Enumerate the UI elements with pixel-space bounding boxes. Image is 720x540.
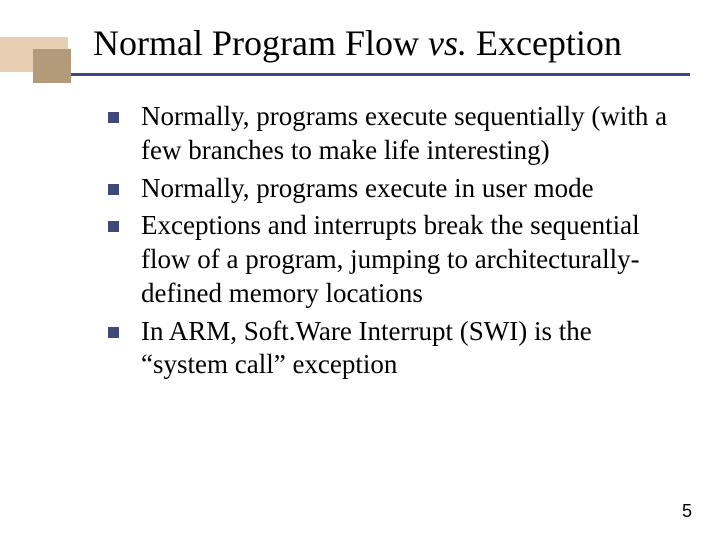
square-bullet-icon <box>108 221 119 232</box>
square-bullet-icon <box>108 184 119 195</box>
list-item: Exceptions and interrupts break the sequ… <box>108 209 670 310</box>
title-post: Exception <box>467 23 622 63</box>
bullet-text: Normally, programs execute in user mode <box>141 172 670 206</box>
list-item: Normally, programs execute in user mode <box>108 172 670 206</box>
list-item: Normally, programs execute sequentially … <box>108 100 670 168</box>
bullet-text: Exceptions and interrupts break the sequ… <box>141 209 670 310</box>
square-bullet-icon <box>108 327 119 338</box>
bullet-text: In ARM, Soft.Ware Interrupt (SWI) is the… <box>141 315 670 383</box>
corner-decoration <box>0 37 85 77</box>
bullet-text: Normally, programs execute sequentially … <box>141 100 670 168</box>
slide-title: Normal Program Flow vs. Exception <box>93 24 700 64</box>
list-item: In ARM, Soft.Ware Interrupt (SWI) is the… <box>108 315 670 383</box>
title-underline <box>71 73 690 76</box>
square-bullet-icon <box>108 112 119 123</box>
page-number: 5 <box>682 501 692 522</box>
title-pre: Normal Program Flow <box>93 23 428 63</box>
corner-inner-box <box>33 49 71 83</box>
title-vs: vs. <box>428 23 467 63</box>
slide-body: Normally, programs execute sequentially … <box>108 100 670 386</box>
slide: Normal Program Flow vs. Exception Normal… <box>0 0 720 540</box>
